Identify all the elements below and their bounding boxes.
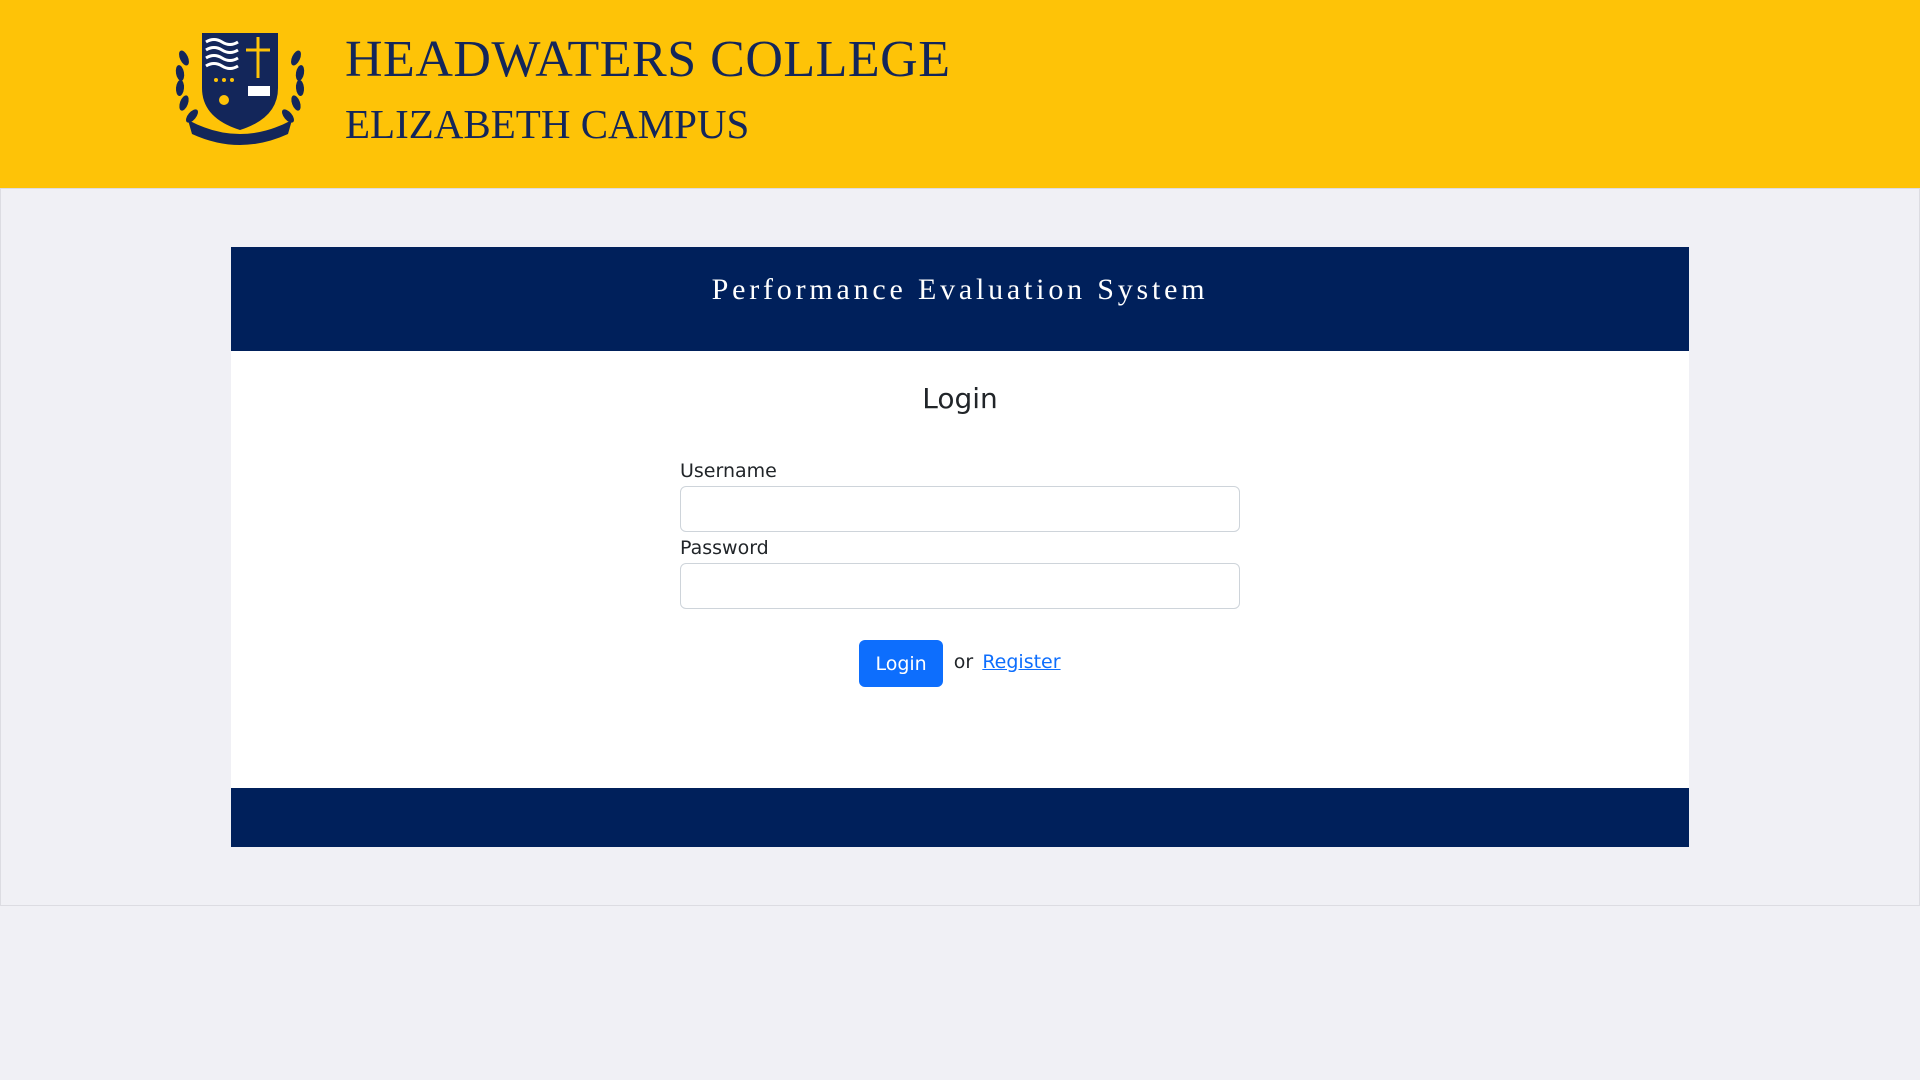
login-button[interactable]: Login — [859, 640, 943, 687]
password-label: Password — [680, 537, 769, 559]
username-label: Username — [680, 460, 777, 482]
login-actions: Login or Register — [231, 640, 1689, 688]
college-name: HEADWATERS COLLEGE — [345, 31, 951, 88]
system-title: Performance Evaluation System — [711, 273, 1209, 306]
or-text: or — [953, 650, 974, 673]
card-header: Performance Evaluation System — [231, 247, 1689, 351]
college-crest-logo — [175, 33, 305, 145]
password-input[interactable] — [680, 563, 1240, 609]
username-input[interactable] — [680, 486, 1240, 532]
card-footer — [231, 788, 1689, 847]
campus-name: ELIZABETH CAMPUS — [345, 101, 750, 147]
top-banner: HEADWATERS COLLEGE ELIZABETH CAMPUS — [0, 0, 1920, 188]
login-heading: Login — [922, 382, 998, 415]
register-link[interactable]: Register — [982, 651, 1060, 673]
login-card: Performance Evaluation System Login User… — [231, 247, 1689, 847]
